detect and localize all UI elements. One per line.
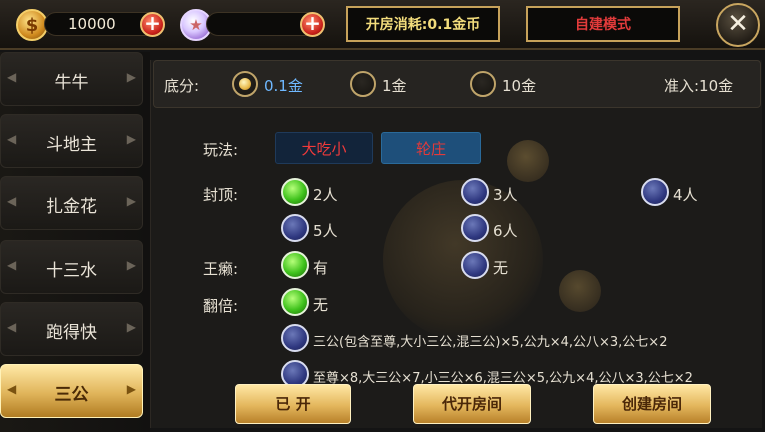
add-diamond-button[interactable]: + <box>300 12 325 37</box>
game-sidebar: ◀ 牛牛 ▶ ◀ 斗地主 ▶ ◀ 扎金花 ▶ ◀ 十三水 ▶ ◀ 跑得快 ▶ ◀… <box>0 52 150 432</box>
cap-option[interactable]: 5人 <box>313 220 338 241</box>
double-option[interactable]: 三公(包含至尊,大小三公,混三公)×5,公九×4,公八×3,公七×2 <box>313 331 667 350</box>
sidebar-item-niuniu[interactable]: ◀ 牛牛 ▶ <box>0 52 143 106</box>
arrow-right-icon: ▶ <box>126 194 136 208</box>
arrow-right-icon: ▶ <box>126 320 136 334</box>
cap-radio-6[interactable] <box>461 214 489 242</box>
cap-radio-2[interactable] <box>281 178 309 206</box>
arrow-right-icon: ▶ <box>126 258 136 272</box>
opened-rooms-button[interactable]: 已 开 <box>235 384 351 424</box>
play-mode-label: 玩法: <box>203 141 239 159</box>
sidebar-item-zhajinhua[interactable]: ◀ 扎金花 ▶ <box>0 176 143 230</box>
base-score-option[interactable]: 1金 <box>382 75 407 96</box>
cap-radio-5[interactable] <box>281 214 309 242</box>
close-button[interactable]: ✕ <box>716 3 760 47</box>
base-score-option[interactable]: 0.1金 <box>264 75 303 96</box>
sidebar-item-label: 斗地主 <box>46 135 97 155</box>
base-score-radio-1[interactable] <box>350 71 376 97</box>
arrow-right-icon: ▶ <box>126 382 136 396</box>
base-score-radio-10[interactable] <box>470 71 496 97</box>
sidebar-item-sangong[interactable]: ◀ 三公 ▶ <box>0 364 143 418</box>
wild-option[interactable]: 无 <box>493 257 508 278</box>
entry-requirement: 准入:10金 <box>664 77 734 95</box>
wild-option[interactable]: 有 <box>313 257 328 278</box>
base-score-radio-0.1[interactable] <box>232 71 258 97</box>
cap-option[interactable]: 3人 <box>493 184 518 205</box>
coin-icon <box>559 270 601 312</box>
add-gold-button[interactable]: + <box>140 12 165 37</box>
cap-option[interactable]: 4人 <box>673 184 698 205</box>
wild-label: 王癞: <box>203 260 239 278</box>
double-option[interactable]: 无 <box>313 294 328 315</box>
play-mode-tab-dachixiao[interactable]: 大吃小 <box>275 132 373 164</box>
sidebar-item-label: 跑得快 <box>46 323 97 343</box>
wild-radio-yes[interactable] <box>281 251 309 279</box>
sidebar-item-label: 三公 <box>54 385 89 405</box>
base-score-option[interactable]: 10金 <box>502 75 536 96</box>
mode-label: 自建模式 <box>526 6 680 42</box>
top-bar: $ 10000 + ★ + 开房消耗:0.1金币 自建模式 ✕ <box>0 0 765 50</box>
room-fee-label: 开房消耗:0.1金币 <box>346 6 500 42</box>
arrow-right-icon: ▶ <box>126 132 136 146</box>
coin-icon <box>507 140 549 182</box>
base-score-label: 底分: <box>164 77 200 95</box>
cap-label: 封顶: <box>203 186 239 204</box>
base-score-row: 底分: 0.1金 1金 10金 准入:10金 <box>153 60 761 108</box>
double-radio-option1[interactable] <box>281 324 309 352</box>
close-icon: ✕ <box>727 9 749 39</box>
double-label: 翻倍: <box>203 297 239 315</box>
cap-radio-3[interactable] <box>461 178 489 206</box>
wild-radio-no[interactable] <box>461 251 489 279</box>
sidebar-item-label: 牛牛 <box>54 73 89 93</box>
sidebar-item-paodekuai[interactable]: ◀ 跑得快 ▶ <box>0 302 143 356</box>
play-mode-tab-lunzhuang[interactable]: 轮庄 <box>381 132 481 164</box>
double-radio-none[interactable] <box>281 288 309 316</box>
cap-option[interactable]: 2人 <box>313 184 338 205</box>
create-room-button[interactable]: 创建房间 <box>593 384 711 424</box>
cap-option[interactable]: 6人 <box>493 220 518 241</box>
gold-balance: 10000 <box>68 15 116 33</box>
proxy-create-room-button[interactable]: 代开房间 <box>413 384 531 424</box>
sidebar-item-doudizhu[interactable]: ◀ 斗地主 ▶ <box>0 114 143 168</box>
arrow-right-icon: ▶ <box>126 70 136 84</box>
sidebar-item-label: 扎金花 <box>46 197 97 217</box>
room-settings-panel: 底分: 0.1金 1金 10金 准入:10金 玩法: 大吃小 轮庄 封顶: 2人… <box>150 60 762 428</box>
sidebar-item-shisanshui[interactable]: ◀ 十三水 ▶ <box>0 240 143 294</box>
cap-radio-4[interactable] <box>641 178 669 206</box>
sidebar-item-label: 十三水 <box>46 261 97 281</box>
